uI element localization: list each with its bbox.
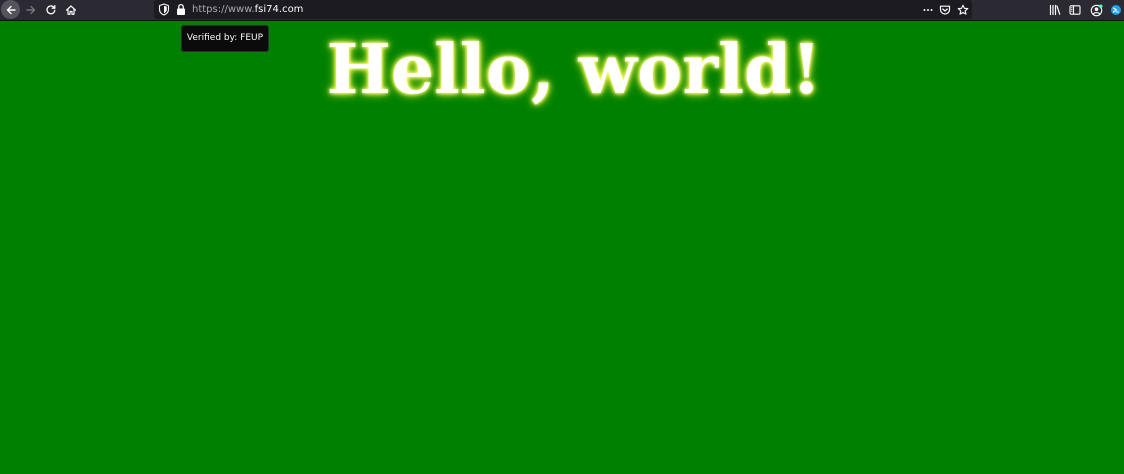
url-text[interactable]: https://www.fsi74.com — [192, 2, 303, 17]
library-icon — [1049, 4, 1061, 16]
reload-icon — [46, 4, 56, 15]
browser-toolbar: https://www.fsi74.com — [0, 0, 1124, 21]
home-button[interactable] — [61, 0, 81, 20]
pocket-icon — [939, 5, 951, 15]
lock-icon[interactable] — [176, 3, 186, 16]
library-button[interactable] — [1046, 1, 1064, 19]
page-heading: Hello, world! — [326, 30, 822, 110]
connection-verified-tooltip: Verified by: FEUP — [181, 25, 269, 52]
url-bar[interactable]: https://www.fsi74.com — [154, 0, 972, 19]
back-button[interactable] — [1, 0, 20, 19]
forward-button[interactable] — [21, 0, 41, 20]
extension-button[interactable] — [1107, 1, 1124, 19]
more-horizontal-icon — [923, 9, 933, 11]
shield-icon[interactable] — [158, 3, 170, 16]
home-icon — [65, 5, 77, 15]
arrow-right-icon — [26, 5, 36, 15]
sidebar-icon — [1069, 5, 1081, 15]
pocket-button[interactable] — [937, 2, 953, 18]
bookmark-button[interactable] — [955, 2, 971, 18]
account-button[interactable] — [1087, 1, 1105, 19]
url-prefix: https://www. — [192, 4, 255, 15]
account-icon — [1090, 4, 1102, 16]
page-actions-button[interactable] — [920, 2, 936, 18]
sidebar-button[interactable] — [1066, 1, 1084, 19]
arrow-left-icon — [6, 5, 16, 14]
reload-button[interactable] — [41, 0, 61, 20]
extension-icon — [1111, 5, 1121, 15]
page-content: Hello, world! — [0, 21, 1124, 474]
url-domain: fsi74.com — [254, 4, 304, 15]
star-icon — [957, 4, 969, 15]
